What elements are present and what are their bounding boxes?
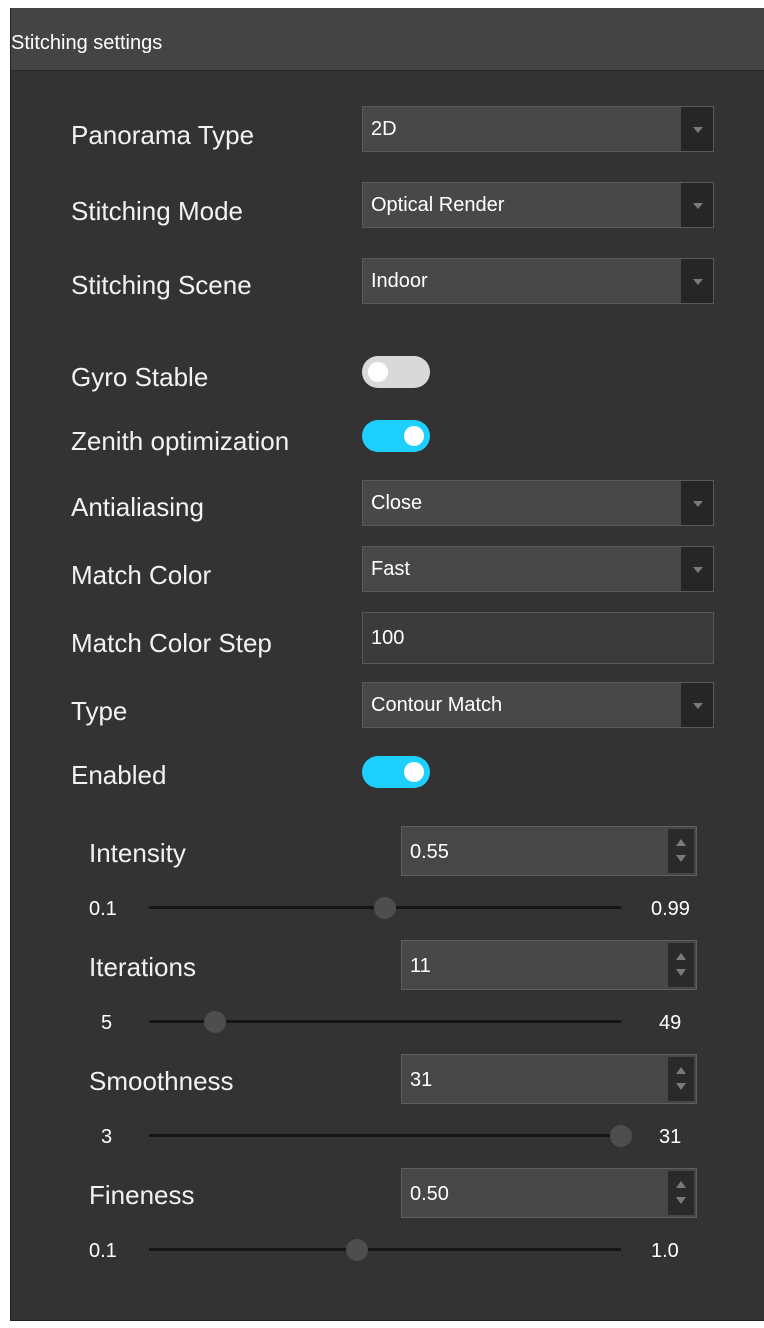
- stitching-mode-value: Optical Render: [371, 194, 505, 216]
- stitching-scene-value: Indoor: [371, 270, 428, 292]
- type-value: Contour Match: [371, 694, 503, 716]
- match-color-select[interactable]: Fast: [362, 546, 714, 592]
- type-select[interactable]: Contour Match: [362, 682, 714, 728]
- smoothness-spinbox[interactable]: 31: [401, 1054, 697, 1104]
- stitching-scene-select[interactable]: Indoor: [362, 258, 714, 304]
- panorama-type-value: 2D: [371, 118, 397, 140]
- antialiasing-label: Antialiasing: [71, 492, 204, 522]
- panel-header: Stitching settings: [11, 8, 764, 71]
- zenith-optimization-label: Zenith optimization: [71, 426, 290, 456]
- gyro-stable-label: Gyro Stable: [71, 362, 209, 392]
- smoothness-max: 31: [659, 1126, 682, 1148]
- iterations-value: 11: [410, 955, 431, 977]
- iterations-min: 5: [101, 1012, 113, 1034]
- antialiasing-select[interactable]: Close: [362, 480, 714, 526]
- fineness-spinbox[interactable]: 0.50: [401, 1168, 697, 1218]
- spin-down-icon[interactable]: [676, 855, 686, 862]
- panorama-type-label: Panorama Type: [71, 120, 255, 150]
- spin-down-icon[interactable]: [676, 969, 686, 976]
- spin-buttons: [668, 1057, 694, 1101]
- fineness-value: 0.50: [410, 1183, 449, 1205]
- slider-thumb[interactable]: [374, 897, 396, 919]
- panorama-type-select[interactable]: 2D: [362, 106, 714, 152]
- intensity-value: 0.55: [410, 841, 449, 863]
- fineness-slider[interactable]: [149, 1239, 621, 1261]
- iterations-slider[interactable]: [149, 1011, 621, 1033]
- chevron-down-icon[interactable]: [681, 259, 713, 303]
- stitching-settings-panel: Stitching settings Panorama Type 2D Stit…: [10, 8, 764, 1321]
- antialiasing-value: Close: [371, 492, 423, 514]
- zenith-optimization-toggle[interactable]: [362, 420, 430, 452]
- slider-thumb[interactable]: [610, 1125, 632, 1147]
- spin-buttons: [668, 1171, 694, 1215]
- slider-thumb[interactable]: [204, 1011, 227, 1033]
- chevron-down-icon[interactable]: [681, 547, 713, 591]
- stitching-scene-label: Stitching Scene: [71, 270, 252, 300]
- intensity-min: 0.1: [89, 898, 117, 920]
- type-label: Type: [71, 696, 128, 726]
- match-color-step-input[interactable]: 100: [362, 612, 714, 664]
- spin-up-icon[interactable]: [676, 953, 686, 960]
- match-color-label: Match Color: [71, 560, 212, 590]
- iterations-max: 49: [659, 1012, 682, 1034]
- intensity-slider[interactable]: [149, 897, 621, 919]
- match-color-value: Fast: [371, 558, 410, 580]
- fineness-min: 0.1: [89, 1240, 117, 1262]
- match-color-step-value: 100: [371, 627, 405, 649]
- match-color-step-label: Match Color Step: [71, 628, 272, 658]
- intensity-spinbox[interactable]: 0.55: [401, 826, 697, 876]
- spin-up-icon[interactable]: [676, 1067, 686, 1074]
- toggle-knob: [404, 426, 424, 446]
- chevron-down-icon[interactable]: [681, 683, 713, 727]
- smoothness-min: 3: [101, 1126, 113, 1148]
- slider-thumb[interactable]: [345, 1239, 368, 1261]
- spin-down-icon[interactable]: [676, 1197, 686, 1204]
- chevron-down-icon[interactable]: [681, 481, 713, 525]
- stitching-mode-select[interactable]: Optical Render: [362, 182, 714, 228]
- fineness-max: 1.0: [651, 1240, 679, 1262]
- enabled-toggle[interactable]: [362, 756, 430, 788]
- intensity-label: Intensity: [89, 838, 186, 868]
- enabled-label: Enabled: [71, 760, 167, 790]
- chevron-down-icon[interactable]: [681, 107, 713, 151]
- gyro-stable-toggle[interactable]: [362, 356, 430, 388]
- spin-buttons: [668, 829, 694, 873]
- stitching-mode-label: Stitching Mode: [71, 196, 243, 226]
- panel-title: Stitching settings: [11, 32, 163, 54]
- spin-down-icon[interactable]: [676, 1083, 686, 1090]
- toggle-knob: [404, 762, 424, 782]
- chevron-down-icon[interactable]: [681, 183, 713, 227]
- smoothness-label: Smoothness: [89, 1066, 234, 1096]
- iterations-label: Iterations: [89, 952, 196, 982]
- spin-up-icon[interactable]: [676, 1181, 686, 1188]
- intensity-max: 0.99: [651, 898, 690, 920]
- fineness-label: Fineness: [89, 1180, 195, 1210]
- smoothness-value: 31: [410, 1069, 433, 1091]
- spin-buttons: [668, 943, 694, 987]
- spin-up-icon[interactable]: [676, 839, 686, 846]
- iterations-spinbox[interactable]: 11: [401, 940, 697, 990]
- smoothness-slider[interactable]: [149, 1125, 632, 1147]
- toggle-knob: [368, 362, 388, 382]
